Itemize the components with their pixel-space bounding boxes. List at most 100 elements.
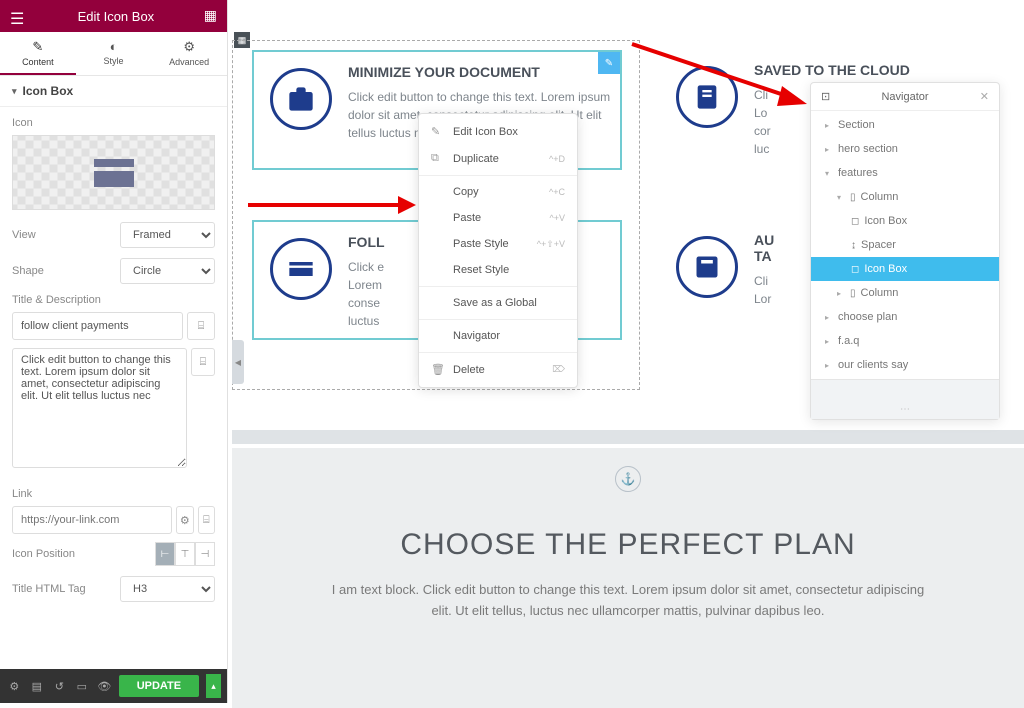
sidebar-header: Edit Icon Box xyxy=(0,0,227,32)
select-view[interactable]: Framed xyxy=(120,222,215,248)
ctx-reset-style[interactable]: Reset Style xyxy=(419,257,577,283)
nav-item-column2[interactable]: ▸▯Column xyxy=(811,281,999,305)
tab-advanced[interactable]: ⚙Advanced xyxy=(151,32,227,75)
credit-card-icon xyxy=(287,255,315,283)
section-desc: I am text block. Click edit button to ch… xyxy=(328,580,928,622)
choose-plan-section: ⚓ CHOOSE THE PERFECT PLAN I am text bloc… xyxy=(232,448,1024,708)
ctx-save-global[interactable]: Save as a Global xyxy=(419,290,577,316)
dynamic-link-button[interactable]: ⌸ xyxy=(198,506,216,534)
nav-item-choose[interactable]: ▸choose plan xyxy=(811,305,999,329)
tab-style[interactable]: ◐Style xyxy=(76,32,152,75)
section-divider xyxy=(232,430,1024,444)
label-iconpos: Icon Position xyxy=(12,548,75,560)
iconpos-left[interactable]: ⊢ xyxy=(155,542,175,566)
icon-circle xyxy=(270,238,332,300)
dynamic-title-button[interactable]: ⌸ xyxy=(187,312,215,340)
gear-icon: ⚙ xyxy=(183,39,195,55)
column-icon: ▯ xyxy=(850,288,856,299)
iconpos-top[interactable]: ⊤ xyxy=(175,542,195,566)
editor-tabs: ✎Content ◐Style ⚙Advanced xyxy=(0,32,227,76)
settings-button[interactable]: ⚙ xyxy=(6,676,23,696)
collapse-sidebar-button[interactable]: ◀ xyxy=(232,340,244,384)
navigator-header[interactable]: ⊡ Navigator ✕ xyxy=(811,83,999,111)
ctx-paste-style[interactable]: Paste Style^+⇧+V xyxy=(419,231,577,257)
duplicate-icon: ⧉ xyxy=(431,152,447,165)
navigator-footer[interactable]: ⋯ xyxy=(811,379,999,419)
credit-card-icon xyxy=(90,149,138,197)
tab-content[interactable]: ✎Content xyxy=(0,32,76,75)
select-shape[interactable]: Circle xyxy=(120,258,215,284)
ctx-copy[interactable]: Copy^+C xyxy=(419,179,577,205)
ctx-edit[interactable]: ✎Edit Icon Box xyxy=(419,118,577,145)
navigator-panel: ⊡ Navigator ✕ ▸Section ▸hero section ▾fe… xyxy=(810,82,1000,420)
label-shape: Shape xyxy=(12,265,44,277)
preview-button[interactable]: 👁 xyxy=(96,676,113,696)
sidebar-footer: ⚙ ▤ ↺ ▭ 👁 UPDATE ▴ xyxy=(0,669,227,703)
icon-position-group: ⊢ ⊤ ⊣ xyxy=(155,542,215,566)
card-title: AUTA xyxy=(754,232,774,264)
update-dropdown[interactable]: ▴ xyxy=(206,674,221,698)
column-icon: ▯ xyxy=(850,192,856,203)
context-menu: ✎Edit Icon Box ⧉Duplicate^+D Copy^+C Pas… xyxy=(418,113,578,388)
nav-item-iconbox[interactable]: ◻Icon Box xyxy=(811,209,999,233)
spacer-icon: ↨ xyxy=(851,240,856,251)
ctx-duplicate[interactable]: ⧉Duplicate^+D xyxy=(419,145,577,172)
briefcase-icon xyxy=(287,85,315,113)
nav-item-iconbox-selected[interactable]: ◻Icon Box xyxy=(811,257,999,281)
edit-widget-button[interactable]: ✎ xyxy=(598,52,620,74)
label-link: Link xyxy=(12,488,215,500)
dynamic-desc-button[interactable]: ⌸ xyxy=(191,348,215,376)
calculator-icon xyxy=(693,253,721,281)
section-title: CHOOSE THE PERFECT PLAN xyxy=(232,528,1024,562)
style-icon: ◐ xyxy=(110,39,118,54)
ctx-separator xyxy=(419,319,577,320)
editor-sidebar: Edit Icon Box ✎Content ◐Style ⚙Advanced … xyxy=(0,0,228,703)
section-toggle-iconbox[interactable]: Icon Box xyxy=(0,76,227,107)
card-desc: CliLor xyxy=(754,272,774,308)
widget-icon: ◻ xyxy=(851,264,859,275)
trash-icon: 🗑 xyxy=(431,363,447,376)
ctx-navigator[interactable]: Navigator xyxy=(419,323,577,349)
ctx-paste[interactable]: Paste^+V xyxy=(419,205,577,231)
icon-preview[interactable] xyxy=(12,135,215,210)
sidebar-title: Edit Icon Box xyxy=(28,9,204,24)
nav-item-clients[interactable]: ▸our clients say xyxy=(811,353,999,377)
nav-item-features[interactable]: ▾features xyxy=(811,161,999,185)
close-icon[interactable]: ✕ xyxy=(980,90,989,103)
card-title: MINIMIZE YOUR DOCUMENT xyxy=(348,64,614,80)
label-icon: Icon xyxy=(12,117,215,129)
navigator-button[interactable]: ▤ xyxy=(29,676,46,696)
nav-item-spacer[interactable]: ↨Spacer xyxy=(811,233,999,257)
history-button[interactable]: ↺ xyxy=(51,676,68,696)
update-button[interactable]: UPDATE xyxy=(119,675,199,697)
pencil-icon: ✎ xyxy=(431,125,447,138)
widgets-icon[interactable] xyxy=(204,7,217,25)
link-settings-button[interactable]: ⚙ xyxy=(176,506,194,534)
nav-item-hero[interactable]: ▸hero section xyxy=(811,137,999,161)
nav-item-section[interactable]: ▸Section xyxy=(811,113,999,137)
responsive-button[interactable]: ▭ xyxy=(74,676,91,696)
textarea-description[interactable]: Click edit button to change this text. L… xyxy=(12,348,187,468)
ctx-separator xyxy=(419,352,577,353)
nav-item-column[interactable]: ▾▯Column xyxy=(811,185,999,209)
sidebar-body: Icon View Framed Shape Circle Title & Desc… xyxy=(0,107,227,669)
input-link[interactable] xyxy=(12,506,172,534)
nav-item-faq[interactable]: ▸f.a.q xyxy=(811,329,999,353)
ctx-delete[interactable]: 🗑Delete⌦ xyxy=(419,356,577,383)
iconpos-right[interactable]: ⊣ xyxy=(195,542,215,566)
input-title[interactable] xyxy=(12,312,183,340)
label-titletag: Title HTML Tag xyxy=(12,583,86,595)
navigator-tree: ▸Section ▸hero section ▾features ▾▯Colum… xyxy=(811,111,999,379)
label-view: View xyxy=(12,229,36,241)
menu-icon[interactable] xyxy=(10,9,28,23)
icon-circle xyxy=(676,236,738,298)
icon-circle xyxy=(270,68,332,130)
ctx-separator xyxy=(419,286,577,287)
label-titledesc: Title & Description xyxy=(12,294,215,306)
dock-icon[interactable]: ⊡ xyxy=(821,90,830,103)
pencil-icon: ✎ xyxy=(32,39,43,55)
select-titletag[interactable]: H3 xyxy=(120,576,215,602)
card-title: SAVED TO THE CLOUD xyxy=(754,62,910,78)
widget-icon: ◻ xyxy=(851,216,859,227)
icon-circle xyxy=(676,66,738,128)
